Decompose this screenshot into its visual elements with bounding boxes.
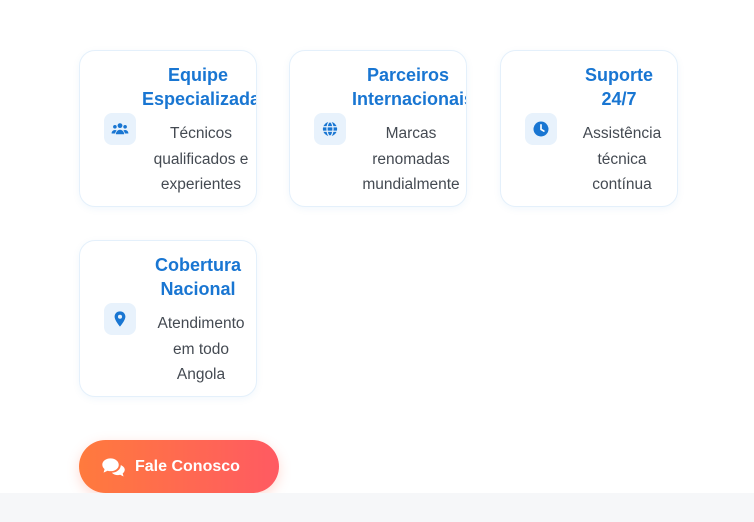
feature-title-line: Cobertura xyxy=(154,255,241,275)
feature-text-line: Técnicos xyxy=(169,125,233,142)
feature-title-line: Especializada xyxy=(142,89,257,109)
feature-card-cobertura: Cobertura Nacional Atendimento em todo A… xyxy=(79,240,257,397)
feature-text-line: técnica xyxy=(597,150,647,168)
feature-text-line: em todo xyxy=(172,340,229,358)
globe-icon xyxy=(314,113,346,145)
feature-text-line: contínua xyxy=(592,176,652,193)
fale-conosco-button[interactable]: Fale Conosco xyxy=(79,440,279,493)
chat-bubbles-icon xyxy=(102,457,125,476)
feature-text-line: Angola xyxy=(176,366,226,383)
feature-card-equipe: Equipe Especializada Técnicos qualificad… xyxy=(79,50,257,207)
fale-conosco-label: Fale Conosco xyxy=(135,457,240,475)
page: Equipe Especializada Técnicos qualificad… xyxy=(0,0,754,522)
feature-text-line: Atendimento xyxy=(157,315,245,332)
feature-title-line: Parceiros xyxy=(366,65,450,85)
footer-section-edge xyxy=(0,493,754,522)
feature-title: Suporte 24/7 xyxy=(563,63,675,111)
feature-text-line: renomadas xyxy=(372,150,450,168)
feature-description: Marcas renomadas mundialmente xyxy=(352,121,466,198)
feature-text-line: mundialmente xyxy=(362,176,460,193)
clock-icon xyxy=(525,113,557,145)
feature-title-line: Nacional xyxy=(160,279,236,299)
feature-text-line: experientes xyxy=(160,176,242,193)
feature-title: Parceiros Internacionais xyxy=(352,63,467,111)
feature-description: Técnicos qualificados e experientes xyxy=(142,121,256,198)
feature-title-line: Suporte xyxy=(584,65,653,85)
users-icon xyxy=(104,113,136,145)
feature-title-line: 24/7 xyxy=(601,89,637,109)
feature-description: Atendimento em todo Angola xyxy=(142,311,256,388)
map-pin-icon xyxy=(104,303,136,335)
feature-title: Equipe Especializada xyxy=(142,63,257,111)
feature-title-line: Internacionais xyxy=(352,89,467,109)
feature-title: Cobertura Nacional xyxy=(142,253,254,301)
feature-text-line: Marcas xyxy=(385,125,437,142)
feature-card-parceiros: Parceiros Internacionais Marcas renomada… xyxy=(289,50,467,207)
feature-card-suporte: Suporte 24/7 Assistência técnica contínu… xyxy=(500,50,678,207)
feature-title-line: Equipe xyxy=(167,65,228,85)
feature-description: Assistência técnica contínua xyxy=(563,121,677,198)
feature-text-line: qualificados e xyxy=(153,150,249,168)
feature-text-line: Assistência xyxy=(582,125,662,142)
